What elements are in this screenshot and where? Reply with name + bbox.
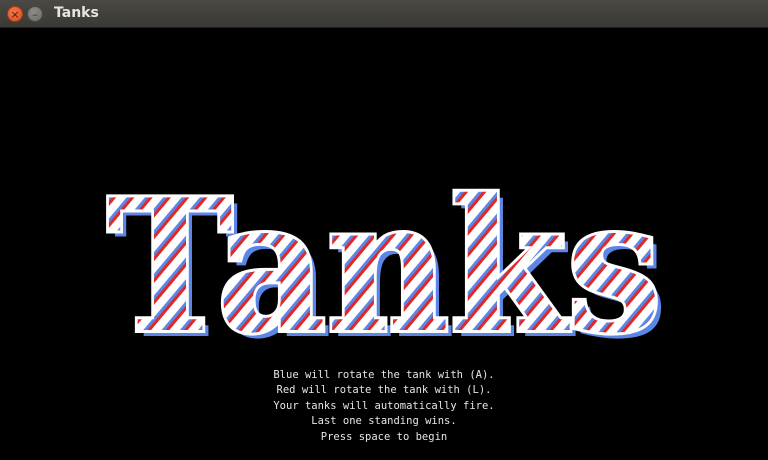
game-canvas[interactable]: Tanks Tanks Blue will rotate the tank wi… [0, 28, 768, 460]
instruction-win: Last one standing wins. [311, 415, 457, 428]
close-icon[interactable]: × [7, 6, 23, 22]
instruction-fire: Your tanks will automatically fire. [273, 399, 495, 412]
title-bar[interactable]: × – Tanks [0, 0, 768, 28]
minimize-icon[interactable]: – [27, 6, 43, 22]
instructions: Blue will rotate the tank with (A). Red … [0, 368, 768, 445]
window-title: Tanks [54, 5, 99, 21]
instruction-blue: Blue will rotate the tank with (A). [273, 369, 495, 381]
logo-main: Tanks [107, 159, 662, 373]
instruction-red: Red will rotate the tank with (L). [276, 384, 492, 397]
tanks-logo: Tanks Tanks [104, 156, 668, 378]
game-window: × – Tanks Tanks Tanks Blue will rotate t… [0, 0, 768, 460]
instruction-start: Press space to begin [320, 430, 448, 443]
